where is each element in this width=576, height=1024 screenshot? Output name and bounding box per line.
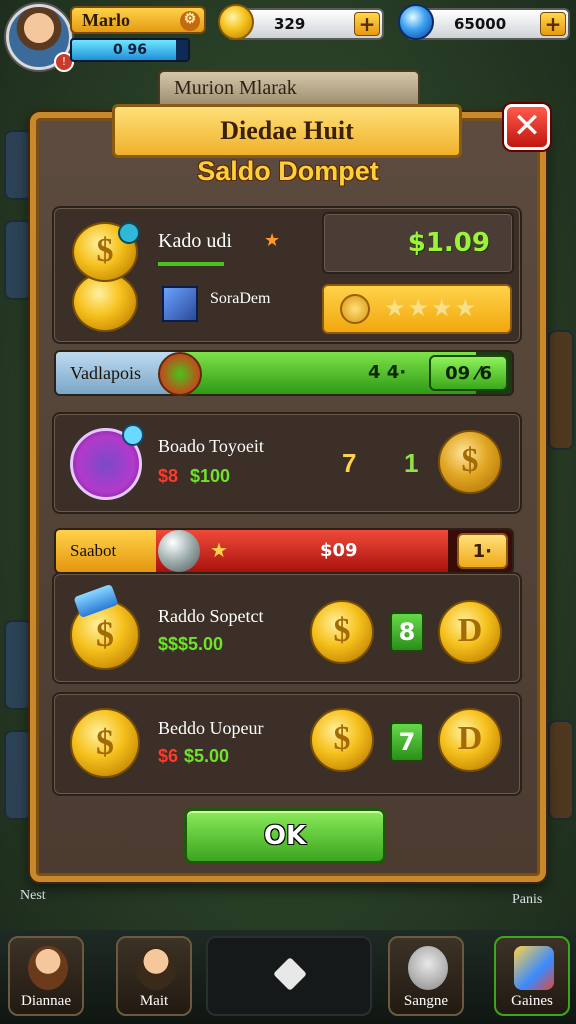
silver-orb-icon (158, 530, 200, 572)
row-1-price-old: $8 (158, 466, 179, 486)
gold-amount: 329 (274, 15, 306, 33)
player-info: Marlo ⚙ 0 96 (70, 6, 208, 64)
row-1-coin-button[interactable]: $ (438, 430, 502, 494)
background-plate: Murion Mlarak (158, 70, 420, 106)
orange-star-icon: ★ (264, 230, 281, 251)
xp-bar: 0 96 (70, 38, 190, 62)
row-2-title: Raddo Sopetct (158, 606, 264, 626)
row-3-coin-a: $ (310, 708, 374, 772)
row-2-coin-a: $ (310, 600, 374, 664)
nav-item-gaines[interactable]: Gaines (494, 936, 570, 1016)
row-1-price: $100 (190, 466, 231, 486)
row-3-count: 7 (390, 722, 424, 762)
wallet-balance: $1.09 (322, 212, 514, 274)
nav-item-sangne[interactable]: Sangne (388, 936, 464, 1016)
row-3-coin-button[interactable]: D (438, 708, 502, 772)
medal-icon (340, 294, 370, 324)
left-side-panel (4, 130, 32, 200)
left-side-label: Nest (20, 888, 46, 903)
left-side-panel-2 (4, 220, 32, 300)
row-1-count-2: 1 (404, 448, 419, 478)
character-icon (136, 946, 176, 990)
green-progress-value: 4 4· (368, 362, 407, 383)
dialog-heading: Saldo Dompet (197, 156, 379, 186)
right-side-label: Panis (512, 892, 543, 907)
row-3-price-old: $6 (158, 746, 179, 766)
right-side-panel (548, 330, 574, 450)
xp-text: 0 96 (112, 42, 148, 58)
player-name: Marlo (82, 10, 130, 30)
player-name-box[interactable]: Marlo ⚙ (70, 6, 206, 34)
item-sparkle-icon (122, 424, 144, 446)
red-bar-star-icon: ★ (210, 538, 228, 562)
row-2-price: $$$5.00 (158, 634, 224, 654)
rating-stars: ★★★★ (384, 294, 479, 322)
ok-button[interactable]: OK (184, 808, 386, 864)
row-3-coin-icon: $ (70, 708, 140, 778)
progress-emblem-icon (158, 352, 202, 396)
nav-label: Gaines (511, 993, 553, 1009)
row-3-title: Beddo Uopeur (158, 718, 264, 738)
card-subtitle: SoraDem (210, 290, 271, 307)
nav-item-mait[interactable]: Mait (116, 936, 192, 1016)
close-button[interactable]: ✕ (504, 104, 550, 150)
row-2-count: 8 (390, 612, 424, 652)
dialog-title: Diedae Huit (112, 104, 462, 158)
red-progress-label: Saabot (56, 530, 156, 572)
games-icon (514, 946, 554, 990)
gem-amount: 65000 (454, 15, 507, 33)
green-progress-end: 09 ⁄6 (429, 355, 508, 391)
gold-coin-icon (218, 4, 254, 40)
blue-gem-icon (398, 4, 434, 40)
diamond-icon (273, 957, 307, 991)
red-progress-bar: Saabot $09 1· (54, 528, 514, 574)
rating-button[interactable]: ★★★★ (322, 284, 512, 334)
row-1-count: 7 (342, 448, 357, 478)
right-side-panel-2 (548, 720, 574, 820)
left-side-panel-3 (4, 620, 32, 710)
nav-item-diannae[interactable]: Diannae (8, 936, 84, 1016)
row-1-title: Boado Toyoeit (158, 436, 264, 456)
chest-box-icon (162, 286, 198, 322)
row-2-coin-button[interactable]: D (438, 600, 502, 664)
nav-label: Mait (139, 993, 169, 1009)
red-progress-value: $09 (320, 540, 358, 561)
row-3-price: $5.00 (184, 746, 230, 766)
card-title-underline (158, 262, 224, 266)
nav-label: Sangne (403, 993, 449, 1009)
add-gems-button[interactable]: + (540, 12, 566, 36)
nav-label: Diannae (21, 993, 71, 1009)
hero-portrait-icon (28, 946, 68, 990)
settings-gear-icon[interactable]: ⚙ (180, 11, 200, 31)
green-progress-bar: Vadlapois 4 4· 09 ⁄6 (54, 350, 514, 396)
helmet-icon (408, 946, 448, 990)
red-progress-end: 1· (456, 533, 508, 569)
card-title: Kado udi (158, 230, 232, 252)
nav-item-center[interactable] (206, 936, 372, 1016)
sparkle-icon (118, 222, 140, 244)
left-side-panel-4 (4, 730, 32, 820)
add-gold-button[interactable]: + (354, 12, 380, 36)
